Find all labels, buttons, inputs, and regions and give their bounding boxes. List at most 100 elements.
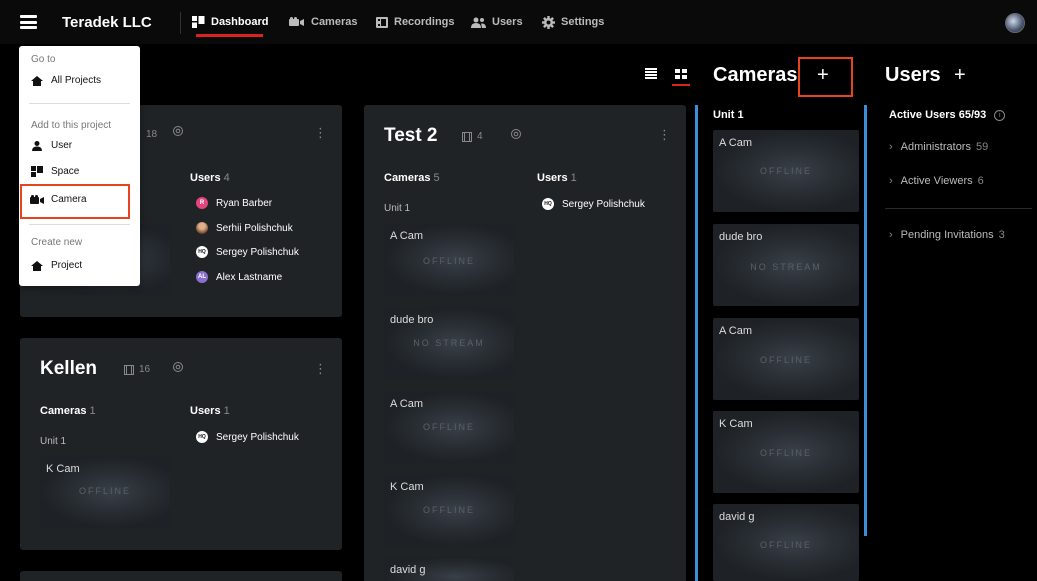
project-card-kellen: Kellen 16 ⋮ Cameras 1 Users 1 Unit 1 HQ Se… [20,338,342,550]
profile-avatar[interactable] [1005,13,1025,33]
settings-icon[interactable] [172,361,184,376]
nav-cameras[interactable]: Cameras [289,0,357,44]
more-options-icon[interactable]: ⋮ [314,125,327,141]
user-name: Alex Lastname [216,271,283,283]
menu-header-create: Create new [31,237,83,248]
film-icon [462,131,472,142]
camera-name: K Cam [719,418,753,430]
camera-status: OFFLINE [422,256,475,266]
more-options-icon[interactable]: ⋮ [658,127,671,143]
menu-item-label: Project [51,260,83,271]
nav-recordings-label: Recordings [394,16,455,28]
cameras-label-text: Cameras [384,172,431,184]
camera-tile[interactable]: A Cam OFFLINE [384,223,514,295]
user-name: Sergey Polishchuk [562,198,645,210]
settings-icon[interactable] [510,128,522,143]
menu-header-add: Add to this project [31,120,112,131]
camera-tile[interactable]: A Cam OFFLINE [713,318,859,400]
chevron-right-icon: › [889,175,893,187]
pending-invitations-row[interactable]: › Pending Invitations 3 [889,229,1005,241]
user-row[interactable]: HQ Sergey Polishchuk [542,198,645,210]
nav-settings[interactable]: Settings [542,0,604,44]
settings-icon[interactable] [172,125,184,140]
active-users-summary: Active Users 65/93 i [889,109,1006,121]
menu-item-all-projects[interactable]: All Projects [29,75,101,86]
recordings-icon [376,16,388,28]
camera-tile[interactable]: A Cam OFFLINE [384,391,514,463]
user-row[interactable]: R Ryan Barber [196,197,272,209]
project-card-count: 16 [139,364,151,375]
chevron-right-icon: › [889,229,893,241]
add-user-button[interactable]: + [954,64,966,87]
camera-name: A Cam [719,325,753,337]
cameras-label: Cameras 1 [40,405,96,417]
project-title[interactable]: Test 2 [384,125,438,147]
user-name: Sergey Polishchuk [216,246,299,258]
camera-tile[interactable]: dude bro NO STREAM [713,224,859,306]
user-row[interactable]: HQ Sergey Polishchuk [196,246,299,258]
menu-separator [29,103,130,104]
camera-name: K Cam [390,481,424,493]
camera-name: dude bro [390,314,434,326]
highlight-menu-camera [20,184,130,219]
camera-status: OFFLINE [759,540,812,550]
camera-status: NO STREAM [750,262,822,272]
user-icon [29,140,45,151]
user-avatar: R [196,197,208,209]
camera-tile[interactable]: K Cam OFFLINE [384,474,514,546]
camera-tile[interactable]: K Cam OFFLINE [40,456,170,528]
users-count: 1 [223,405,230,417]
user-avatar: HQ [196,431,208,443]
hamburger-menu-icon[interactable] [20,15,37,29]
nav-recordings[interactable]: Recordings [376,0,455,44]
gear-icon [542,15,555,29]
camera-icon [289,17,305,27]
nav-dashboard[interactable]: Dashboard [192,0,268,44]
users-label-text: Users [190,405,221,417]
users-label: Users 1 [537,172,577,184]
camera-tile[interactable]: K Cam OFFLINE [713,411,859,493]
users-divider [885,208,1032,209]
active-viewers-count: 6 [977,175,984,187]
camera-tile[interactable]: A Cam OFFLINE [713,130,859,212]
project-card-count: 18 [146,129,158,140]
cameras-label: Cameras 5 [384,172,440,184]
project-title[interactable]: Kellen [40,358,97,380]
cameras-label-text: Cameras [40,405,87,417]
camera-name: david g [719,511,755,523]
camera-tile[interactable]: dude bro NO STREAM [384,307,514,379]
administrators-row[interactable]: › Administrators 59 [889,141,988,153]
project-card-count: 4 [477,131,483,142]
user-name: Serhii Polishchuk [216,222,293,234]
menu-item-label: All Projects [51,75,102,86]
company-name[interactable]: Teradek LLC [62,14,152,31]
camera-status: OFFLINE [759,355,812,365]
users-label: Users 4 [190,172,230,184]
context-menu: Go to All Projects Add to this project U… [19,46,140,286]
camera-status: OFFLINE [422,505,475,515]
user-row[interactable]: HQ Sergey Polishchuk [196,431,299,443]
list-view-icon[interactable] [645,66,657,84]
grid-view-icon[interactable] [675,67,687,85]
menu-item-project[interactable]: Project [29,260,82,271]
camera-tile[interactable]: david g [384,557,514,581]
nav-cameras-label: Cameras [311,16,358,28]
menu-item-space[interactable]: Space [29,166,79,177]
pending-invitations-count: 3 [998,229,1005,241]
user-avatar: AL [196,271,208,283]
scroll-indicator[interactable] [864,105,867,536]
users-label-text: Users [537,172,568,184]
user-row[interactable]: AL Alex Lastname [196,271,282,283]
more-options-icon[interactable]: ⋮ [314,361,327,377]
camera-tile[interactable]: david g OFFLINE [713,504,859,581]
camera-name: dude bro [719,231,763,243]
project-card-meta: 16 [124,364,150,375]
nav-users[interactable]: Users [471,0,523,44]
active-viewers-row[interactable]: › Active Viewers 6 [889,175,984,187]
menu-item-user[interactable]: User [29,140,72,151]
scroll-indicator[interactable] [695,105,698,581]
user-row[interactable]: Serhii Polishchuk [196,222,293,234]
active-users-label: Active Users 65/93 [889,109,987,121]
info-icon[interactable]: i [994,109,1006,121]
highlight-add-camera [798,57,853,97]
